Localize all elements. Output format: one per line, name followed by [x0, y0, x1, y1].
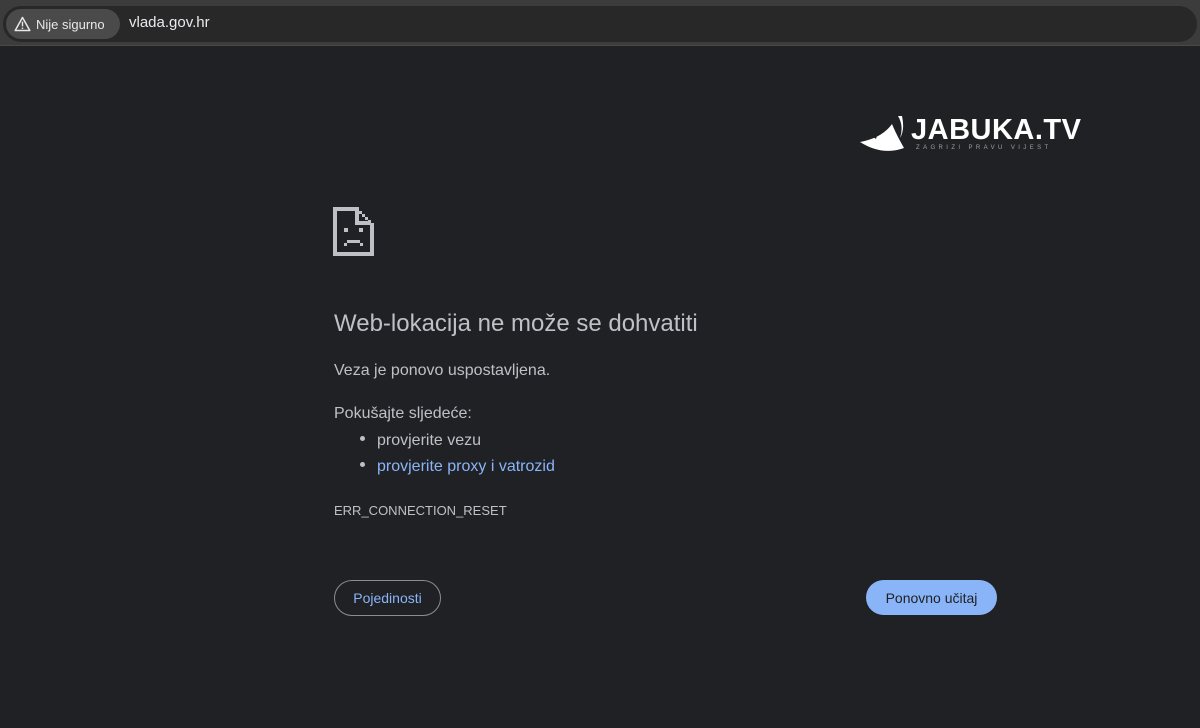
suggestion-list-item: provjerite vezu — [360, 432, 481, 450]
details-button[interactable]: Pojedinosti — [334, 580, 441, 616]
suggestion-list-item: provjerite proxy i vatrozid — [360, 458, 555, 476]
suggestion-check-connection: provjerite vezu — [360, 432, 481, 450]
suggestions-heading: Pokušajte sljedeće: — [334, 405, 472, 422]
security-indicator-button[interactable]: Nije sigurno — [6, 9, 120, 39]
bullet — [360, 436, 365, 442]
suggestion-text: provjerite vezu — [377, 432, 482, 449]
error-code: ERR_CONNECTION_RESET — [334, 503, 507, 518]
url-text[interactable]: vlada.gov.hr — [129, 14, 210, 31]
warning-triangle-icon — [14, 16, 31, 32]
browser-toolbar: Nije sigurno vlada.gov.hr — [0, 0, 1200, 46]
brand-tagline: ZAGRIZI PRAVU VIJEST — [916, 145, 1052, 151]
bullet — [360, 462, 365, 468]
error-subtitle: Veza je ponovo uspostavljena. — [334, 362, 551, 379]
reload-button[interactable]: Ponovno učitaj — [866, 580, 997, 615]
brand-name: JABUKA.TV — [911, 114, 1082, 146]
error-title: Web-lokacija ne može se dohvatiti — [334, 310, 698, 337]
jabuka-tv-watermark: JABUKA.TV ZAGRIZI PRAVU VIJEST — [858, 112, 1088, 158]
security-label: Nije sigurno — [36, 16, 105, 32]
apple-swoosh-logo — [860, 116, 904, 151]
sad-document-icon — [333, 207, 374, 256]
suggestion-check-proxy-link[interactable]: provjerite proxy i vatrozid — [360, 458, 555, 476]
suggestion-link-text[interactable]: provjerite proxy i vatrozid — [377, 458, 555, 475]
